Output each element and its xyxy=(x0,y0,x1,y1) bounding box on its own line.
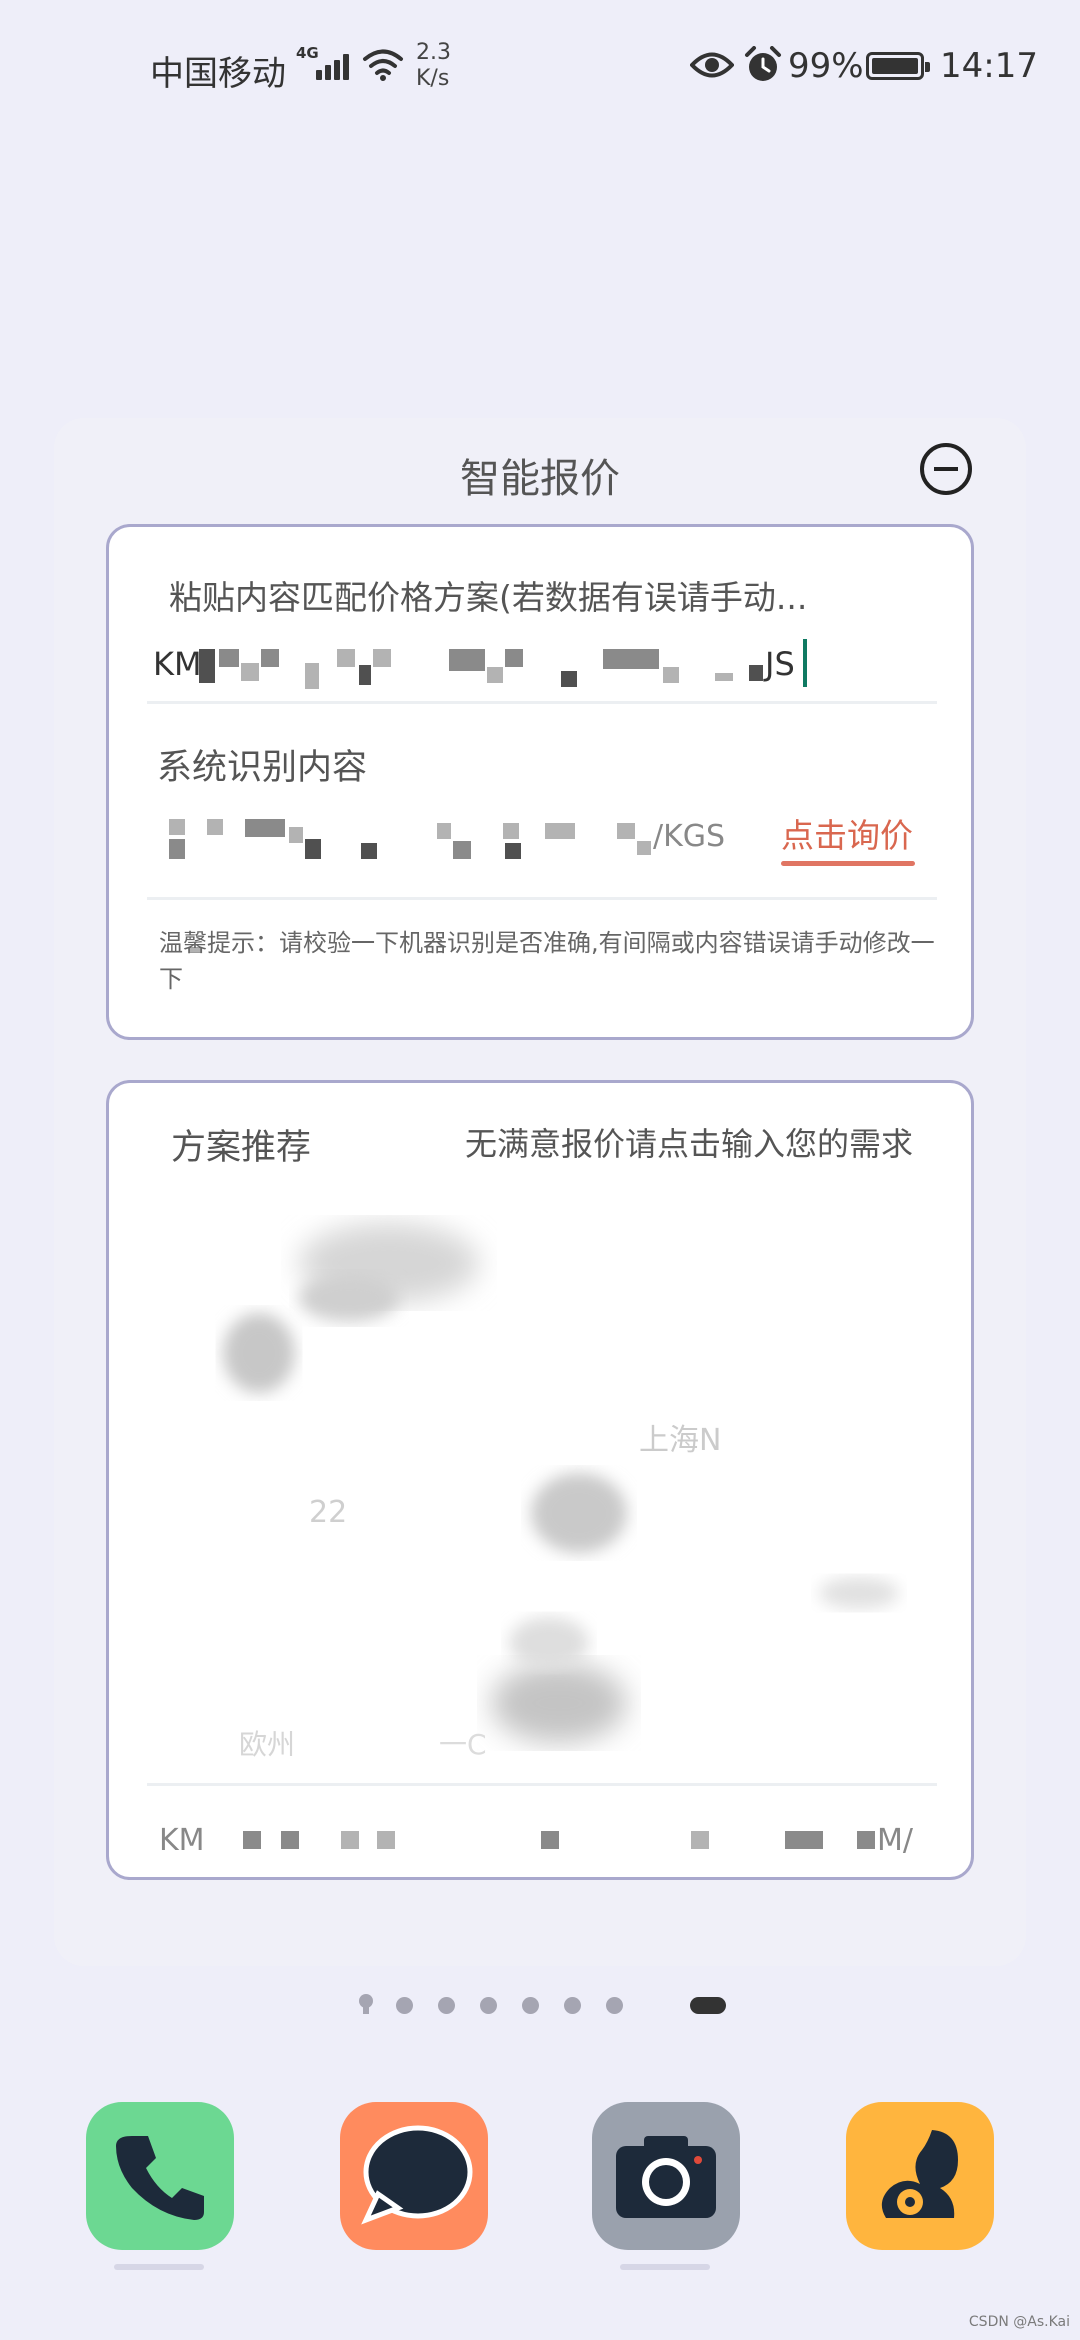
redacted-block xyxy=(749,665,763,681)
cellular-signal-icon: 4G xyxy=(296,44,356,84)
redacted-block xyxy=(663,667,679,683)
redacted-block xyxy=(169,819,185,835)
redacted-block xyxy=(503,823,519,839)
redacted-block xyxy=(545,823,575,839)
widget-title: 智能报价 xyxy=(460,456,620,502)
plan-item-label: 22 xyxy=(309,1495,348,1530)
redacted-block xyxy=(305,663,319,689)
camera-app-icon[interactable] xyxy=(592,2102,740,2250)
redacted-block xyxy=(487,667,503,683)
phone-icon xyxy=(116,2136,204,2220)
redacted-block xyxy=(219,649,239,667)
divider xyxy=(147,897,937,900)
tip-text: 温馨提示：请校验一下机器识别是否准确,有间隔或内容错误请手动修改一下 xyxy=(159,929,935,993)
network-type: 4G xyxy=(296,44,319,62)
redacted-block xyxy=(785,1831,823,1849)
divider xyxy=(147,701,937,704)
custom-request-link[interactable]: 无满意报价请点击输入您的需求 xyxy=(465,1119,913,1165)
page-dot[interactable] xyxy=(480,1997,497,2014)
plan-item-label: 上海N xyxy=(639,1423,722,1458)
redacted-block xyxy=(857,1831,875,1849)
battery-icon xyxy=(866,52,930,80)
redacted-block xyxy=(289,827,303,843)
paste-card: 粘贴内容匹配价格方案(若数据有误请手动... KM JS 系统识别内容 /KGS… xyxy=(106,524,974,1040)
status-bar: 中国移动 4G 2.3 K/s 99% 14:17 xyxy=(0,0,1080,130)
dock-shadow xyxy=(620,2264,710,2270)
redacted-block xyxy=(199,649,215,683)
redacted-block xyxy=(341,1831,359,1849)
collapse-icon[interactable] xyxy=(920,443,972,495)
paste-label: 粘贴内容匹配价格方案(若数据有误请手动... xyxy=(169,578,808,617)
recommend-title: 方案推荐 xyxy=(171,1128,312,1168)
redacted-block xyxy=(603,649,659,669)
page-dot[interactable] xyxy=(606,1997,623,2014)
redacted-block xyxy=(207,819,223,835)
redacted-block xyxy=(243,1831,261,1849)
eye-comfort-icon xyxy=(690,52,734,78)
message-app-icon[interactable] xyxy=(340,2102,488,2250)
redacted-block xyxy=(245,819,285,837)
phone-app-icon[interactable] xyxy=(86,2102,234,2250)
plan-item-label: 一C xyxy=(439,1728,487,1761)
recommend-card: 方案推荐 无满意报价请点击输入您的需求 上海N 22 欧州 一C KM M/ xyxy=(106,1080,974,1880)
carrier-name: 中国移动 xyxy=(150,54,286,94)
message-icon xyxy=(361,2125,473,2225)
query-price-button[interactable]: 点击询价 xyxy=(781,809,913,857)
redacted-block xyxy=(169,839,185,859)
page-dot-active[interactable] xyxy=(690,1997,726,2014)
redacted-block xyxy=(437,823,451,839)
page-dot[interactable] xyxy=(438,1997,455,2014)
battery-percent: 99% xyxy=(788,46,864,86)
uc-browser-icon xyxy=(881,2130,958,2218)
query-underline xyxy=(781,861,915,866)
text-cursor xyxy=(803,639,807,687)
camera-icon xyxy=(616,2136,716,2218)
redacted-block xyxy=(241,663,259,681)
redacted-block xyxy=(453,841,471,859)
redacted-block xyxy=(637,841,651,855)
redacted-block xyxy=(691,1831,709,1849)
plan-item-label: 欧州 xyxy=(239,1728,296,1761)
watermark: CSDN @As.Kai xyxy=(968,2314,1070,2330)
lightbulb-icon xyxy=(359,1994,373,2014)
redacted-block xyxy=(377,1831,395,1849)
redacted-block xyxy=(305,839,321,859)
redacted-block xyxy=(617,823,635,839)
blurred-plan-content xyxy=(223,1223,899,1743)
redacted-block xyxy=(715,673,733,681)
dock-shadow xyxy=(114,2264,204,2270)
wifi-icon xyxy=(363,49,403,81)
plan-footer: KM xyxy=(159,1823,205,1858)
network-speed: 2.3 K/s xyxy=(416,40,451,91)
smart-quote-widget: 智能报价 粘贴内容匹配价格方案(若数据有误请手动... KM JS 系统识别内容 xyxy=(54,418,1026,1966)
page-indicator[interactable] xyxy=(0,1990,1080,2020)
redacted-block xyxy=(449,649,485,671)
clock: 14:17 xyxy=(940,46,1038,86)
redacted-block xyxy=(561,671,577,687)
divider xyxy=(147,1783,937,1786)
redacted-block xyxy=(373,649,391,667)
redacted-block xyxy=(261,649,279,667)
redacted-block xyxy=(541,1831,559,1849)
alarm-icon xyxy=(745,46,781,81)
plan-list[interactable]: 上海N 22 欧州 一C xyxy=(149,1193,937,1763)
page-dot[interactable] xyxy=(522,1997,539,2014)
redacted-block xyxy=(281,1831,299,1849)
redacted-block xyxy=(359,665,371,685)
redacted-block xyxy=(505,843,521,859)
page-dot[interactable] xyxy=(396,1997,413,2014)
page-dot[interactable] xyxy=(564,1997,581,2014)
recognized-label: 系统识别内容 xyxy=(157,748,368,788)
redacted-block xyxy=(337,649,355,667)
redacted-block xyxy=(361,843,377,859)
uc-browser-app-icon[interactable] xyxy=(846,2102,994,2250)
paste-input[interactable]: KM xyxy=(153,645,202,683)
redacted-block xyxy=(505,649,523,667)
